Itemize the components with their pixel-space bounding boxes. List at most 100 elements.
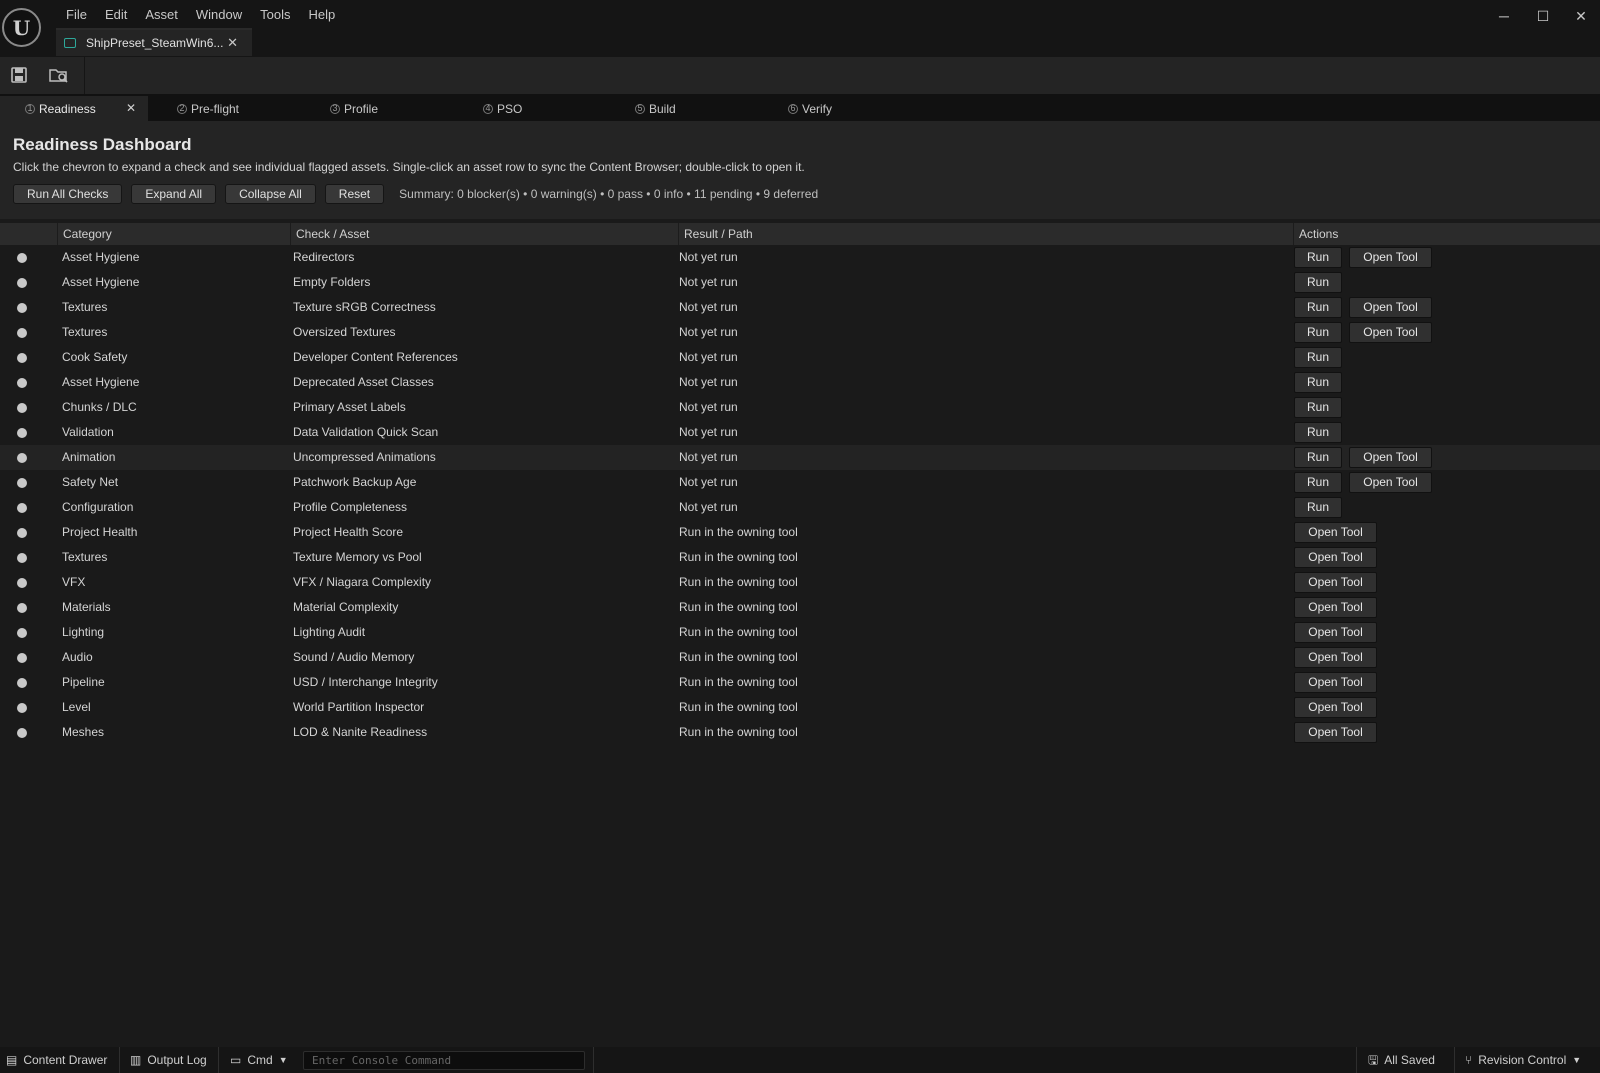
table-row[interactable]: Level World Partition Inspector Run in the…	[0, 695, 1600, 720]
table-row[interactable]: Project Health Project Health Score Run in…	[0, 520, 1600, 545]
status-dot-icon	[17, 253, 27, 263]
tab-readiness[interactable]: 1 Readiness ✕	[0, 96, 148, 121]
run-check-button[interactable]: Run	[1294, 247, 1342, 268]
actions-column-header[interactable]: Actions	[1293, 223, 1600, 245]
revision-control-button[interactable]: ⑂ Revision Control ▼	[1465, 1047, 1581, 1073]
tab-label: PSO	[497, 101, 523, 116]
open-tool-button[interactable]: Open Tool	[1294, 697, 1377, 718]
open-tool-button[interactable]: Open Tool	[1294, 622, 1377, 643]
run-all-checks-button[interactable]: Run All Checks	[13, 184, 123, 204]
open-tool-button[interactable]: Open Tool	[1294, 522, 1377, 543]
content-drawer-button[interactable]: ▤ Content Drawer	[6, 1047, 107, 1073]
table-row[interactable]: Asset Hygiene Empty Folders Not yet run Run	[0, 270, 1600, 295]
table-row[interactable]: Asset Hygiene Deprecated Asset Classes Not…	[0, 370, 1600, 395]
status-column-header[interactable]	[0, 223, 57, 245]
run-check-button[interactable]: Run	[1294, 422, 1342, 443]
table-row[interactable]: Textures Texture Memory vs Pool Run in the…	[0, 545, 1600, 570]
open-tool-button[interactable]: Open Tool	[1294, 597, 1377, 618]
table-row[interactable]: Lighting Lighting Audit Run in the owning …	[0, 620, 1600, 645]
reset-button[interactable]: Reset	[324, 184, 385, 204]
tab-pre-flight[interactable]: 2 Pre-flight	[152, 96, 300, 121]
chevron-down-icon: ▼	[1572, 1055, 1582, 1065]
category-cell: Lighting	[62, 625, 105, 639]
open-tool-button[interactable]: Open Tool	[1349, 297, 1432, 318]
expand-all-button[interactable]: Expand All	[131, 184, 217, 204]
minimize-icon[interactable]: ─	[1489, 6, 1519, 26]
table-row[interactable]: Configuration Profile Completeness Not yet…	[0, 495, 1600, 520]
close-tab-icon[interactable]: ✕	[227, 35, 238, 51]
table-row[interactable]: Animation Uncompressed Animations Not yet …	[0, 445, 1600, 470]
open-tool-button[interactable]: Open Tool	[1294, 572, 1377, 593]
run-check-button[interactable]: Run	[1294, 297, 1342, 318]
content-drawer-icon: ▤	[6, 1053, 18, 1067]
run-check-button[interactable]: Run	[1294, 472, 1342, 493]
table-row[interactable]: Pipeline USD / Interchange Integrity Run i…	[0, 670, 1600, 695]
menu-asset[interactable]: Asset	[136, 7, 187, 23]
run-check-button[interactable]: Run	[1294, 447, 1342, 468]
check-column-header[interactable]: Check / Asset	[290, 223, 678, 245]
table-row[interactable]: Validation Data Validation Quick Scan Not …	[0, 420, 1600, 445]
run-check-button[interactable]: Run	[1294, 347, 1342, 368]
table-row[interactable]: Chunks / DLC Primary Asset Labels Not yet …	[0, 395, 1600, 420]
category-cell: VFX	[62, 575, 86, 589]
close-window-icon[interactable]: ✕	[1566, 6, 1596, 26]
tab-pso[interactable]: 4 PSO	[458, 96, 606, 121]
run-check-button[interactable]: Run	[1294, 322, 1342, 343]
result-column-header[interactable]: Result / Path	[678, 223, 1293, 245]
tab-label: Verify	[802, 101, 833, 116]
open-tool-button[interactable]: Open Tool	[1294, 722, 1377, 743]
save-icon[interactable]	[8, 65, 30, 85]
divider	[593, 1047, 594, 1073]
maximize-icon[interactable]: ☐	[1528, 6, 1558, 26]
run-check-button[interactable]: Run	[1294, 497, 1342, 518]
table-row[interactable]: Textures Texture sRGB Correctness Not yet …	[0, 295, 1600, 320]
all-saved-button[interactable]: 🖫 All Saved	[1368, 1047, 1435, 1073]
open-tool-button[interactable]: Open Tool	[1349, 247, 1432, 268]
status-dot-icon	[17, 703, 27, 713]
open-tool-button[interactable]: Open Tool	[1349, 322, 1432, 343]
open-tool-button[interactable]: Open Tool	[1294, 547, 1377, 568]
status-dot-icon	[17, 453, 27, 463]
close-tab-icon[interactable]: ✕	[126, 101, 136, 115]
menu-window[interactable]: Window	[187, 7, 251, 23]
table-row[interactable]: VFX VFX / Niagara Complexity Run in the ow…	[0, 570, 1600, 595]
open-tool-button[interactable]: Open Tool	[1294, 647, 1377, 668]
status-dot-icon	[17, 628, 27, 638]
table-row[interactable]: Cook Safety Developer Content References N…	[0, 345, 1600, 370]
check-cell: Data Validation Quick Scan	[293, 425, 439, 439]
menu-edit[interactable]: Edit	[96, 7, 136, 23]
tab-number-badge: 5	[635, 103, 645, 114]
collapse-all-button[interactable]: Collapse All	[225, 184, 316, 204]
menu-file[interactable]: File	[57, 7, 96, 23]
table-row[interactable]: Meshes LOD & Nanite Readiness Run in the o…	[0, 720, 1600, 745]
tab-verify[interactable]: 6 Verify	[763, 96, 911, 121]
cmd-dropdown[interactable]: ▭ Cmd ▼	[230, 1047, 288, 1073]
check-cell: Texture Memory vs Pool	[293, 550, 422, 564]
open-tool-button[interactable]: Open Tool	[1294, 672, 1377, 693]
menu-help[interactable]: Help	[299, 7, 344, 23]
table-row[interactable]: Materials Material Complexity Run in the o…	[0, 595, 1600, 620]
check-cell: Lighting Audit	[293, 625, 366, 639]
table-row[interactable]: Asset Hygiene Redirectors Not yet run Run Op…	[0, 245, 1600, 270]
table-row[interactable]: Textures Oversized Textures Not yet run Run…	[0, 320, 1600, 345]
tab-number-badge: 3	[330, 103, 340, 114]
status-dot-icon	[17, 328, 27, 338]
open-tool-button[interactable]: Open Tool	[1349, 472, 1432, 493]
run-check-button[interactable]: Run	[1294, 272, 1342, 293]
browse-asset-icon[interactable]	[48, 65, 70, 85]
tab-profile[interactable]: 3 Profile	[305, 96, 453, 121]
tab-build[interactable]: 5 Build	[610, 96, 758, 121]
output-log-button[interactable]: ▥ Output Log	[130, 1047, 207, 1073]
run-check-button[interactable]: Run	[1294, 397, 1342, 418]
table-row[interactable]: Safety Net Patchwork Backup Age Not yet ru…	[0, 470, 1600, 495]
check-cell: VFX / Niagara Complexity	[293, 575, 432, 589]
result-cell: Not yet run	[679, 450, 738, 464]
run-check-button[interactable]: Run	[1294, 372, 1342, 393]
menu-tools[interactable]: Tools	[251, 7, 299, 23]
open-tool-button[interactable]: Open Tool	[1349, 447, 1432, 468]
category-column-header[interactable]: Category	[57, 223, 290, 245]
unreal-logo-icon[interactable]: U	[2, 8, 41, 47]
document-tab[interactable]: ShipPreset_SteamWin6... ✕	[56, 28, 252, 56]
table-row[interactable]: Audio Sound / Audio Memory Run in the owni…	[0, 645, 1600, 670]
console-command-input[interactable]: Enter Console Command	[303, 1051, 585, 1070]
